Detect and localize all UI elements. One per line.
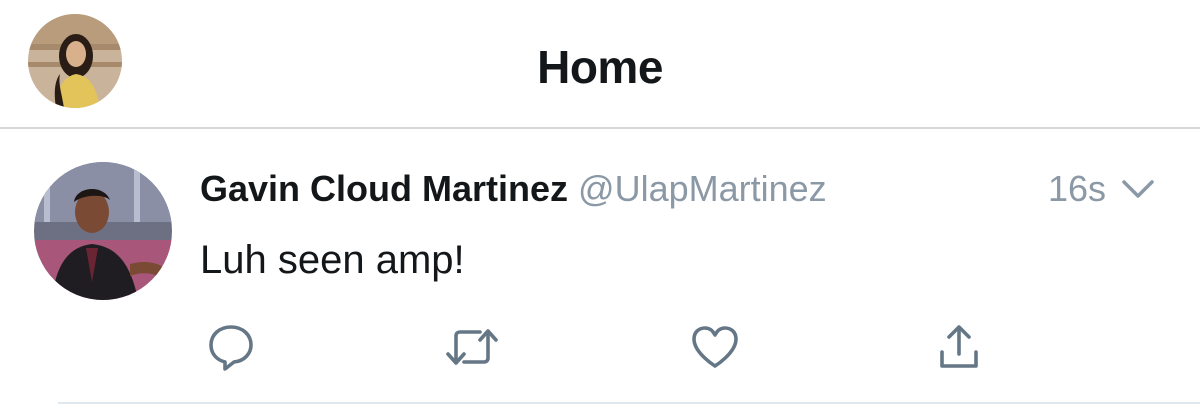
share-button[interactable] [931, 319, 987, 375]
tweet-header: Gavin Cloud Martinez @UlapMartinez [200, 166, 827, 212]
retweet-arrows-icon [446, 329, 498, 365]
heart-icon [692, 326, 738, 368]
top-bar: Home [0, 0, 1200, 129]
speech-bubble-icon [209, 325, 253, 371]
tweet-menu-button[interactable] [1118, 174, 1158, 204]
tweet-text: Luh seen amp! [200, 238, 465, 282]
tweet-divider [58, 402, 1200, 404]
tweet[interactable]: Gavin Cloud Martinez @UlapMartinez 16s Lu… [0, 129, 1200, 403]
retweet-button[interactable] [444, 319, 500, 375]
share-upload-icon [940, 325, 978, 368]
page-title: Home [537, 41, 663, 93]
tweet-timestamp[interactable]: 16s [1048, 166, 1106, 212]
tweet-author-avatar[interactable] [34, 162, 172, 300]
like-button[interactable] [687, 319, 743, 375]
display-name[interactable]: Gavin Cloud Martinez [200, 168, 568, 209]
user-photo-icon [34, 162, 172, 300]
reply-button[interactable] [203, 319, 259, 375]
chevron-down-icon [1122, 180, 1154, 198]
user-handle[interactable]: @UlapMartinez [578, 168, 827, 209]
